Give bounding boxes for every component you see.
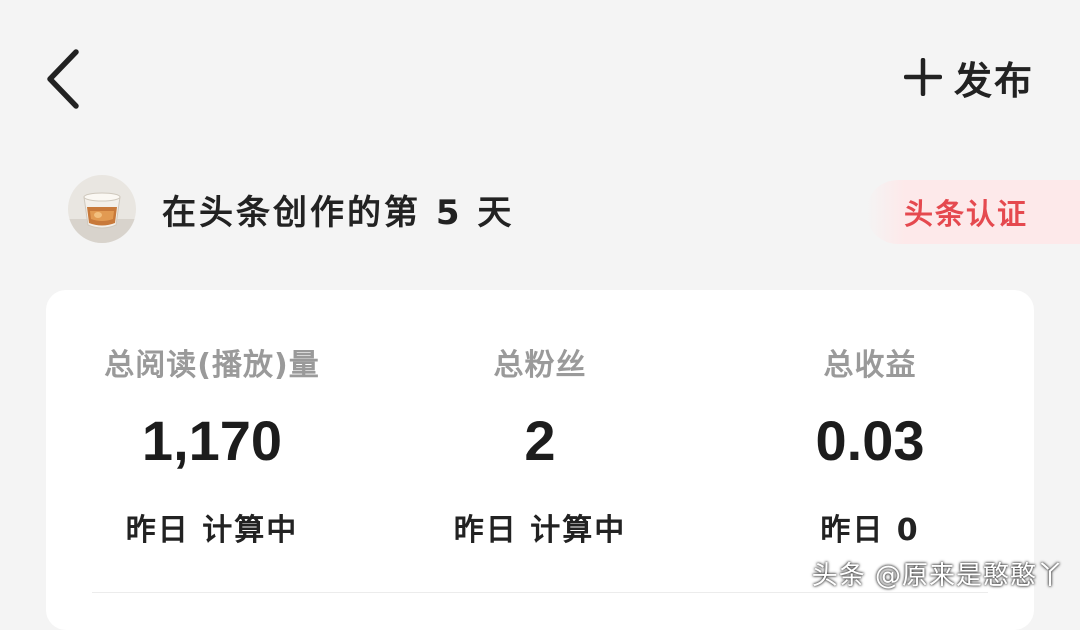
card-divider: [92, 592, 988, 593]
certification-label: 头条认证: [904, 197, 1029, 231]
stat-value: 2: [524, 409, 556, 472]
stat-label: 总收益: [823, 348, 917, 383]
chevron-left-icon: [38, 44, 92, 114]
publish-label: 发布: [953, 58, 1034, 103]
creator-days-text: 在头条创作的第 5 天: [162, 192, 515, 233]
stat-sub: 昨日 计算中: [453, 513, 627, 548]
publish-button[interactable]: 发布: [903, 52, 1034, 103]
stat-value: 1,170: [141, 409, 283, 472]
stat-sub: 昨日 计算中: [125, 513, 299, 548]
stat-label: 总粉丝: [493, 348, 587, 383]
watermark: 头条 @原来是憨憨丫: [811, 561, 1064, 591]
back-button[interactable]: [38, 44, 92, 114]
profile-row: 在头条创作的第 5 天: [68, 174, 514, 244]
stat-sub: 昨日 0: [820, 513, 920, 548]
certification-badge[interactable]: 头条认证: [866, 180, 1080, 244]
stat-value: 0.03: [815, 409, 925, 472]
stat-label: 总阅读(播放)量: [104, 348, 320, 383]
plus-icon: [903, 58, 942, 96]
avatar[interactable]: [68, 175, 136, 243]
